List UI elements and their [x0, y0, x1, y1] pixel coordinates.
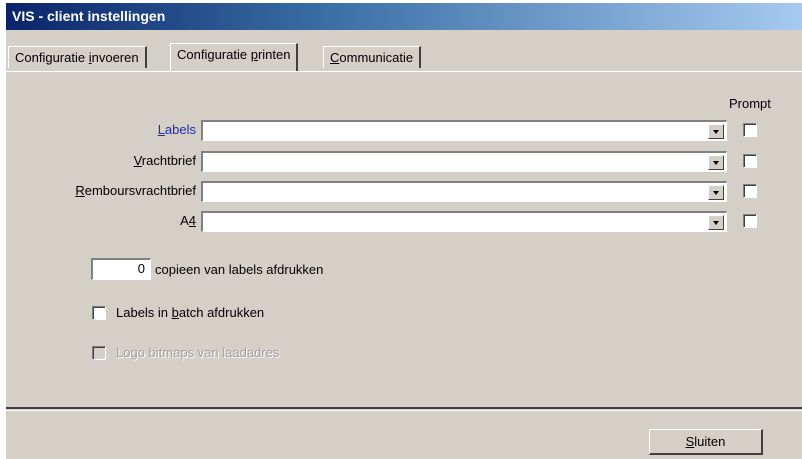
- a4-printer-select[interactable]: [201, 211, 727, 232]
- copies-label: copieen van labels afdrukken: [155, 262, 324, 277]
- vrachtbrief-prompt-checkbox[interactable]: [743, 154, 757, 168]
- title-bar: VIS - client instellingen: [6, 3, 802, 30]
- logo-bitmaps-label: Logo bitmaps van laadadres: [116, 345, 279, 360]
- labels-printer-label: Labels: [158, 122, 196, 137]
- tab-mnemonic: C: [330, 50, 340, 65]
- label-mnemonic: R: [75, 183, 85, 198]
- dropdown-arrow-icon[interactable]: [708, 124, 724, 139]
- labels-prompt-checkbox[interactable]: [743, 123, 757, 137]
- dropdown-arrow-icon[interactable]: [708, 155, 724, 170]
- a4-prompt-checkbox[interactable]: [743, 214, 757, 228]
- remboursvrachtbrief-printer-select[interactable]: [201, 181, 727, 202]
- tab-label: ommunicatie: [339, 50, 414, 65]
- label-text: A: [180, 213, 189, 228]
- tab-label: nvoeren: [91, 50, 139, 65]
- tab-panel-printen: Prompt Labels Vrachtbrief Remboursvracht…: [6, 71, 802, 407]
- tab-configuratie-printen[interactable]: Configuratie printen: [170, 43, 299, 71]
- label-text: atch afdrukken: [178, 305, 265, 320]
- label-text: emboursvrachtbrief: [84, 183, 196, 198]
- label-mnemonic: g: [130, 345, 138, 360]
- label-text: Labels in: [116, 305, 172, 320]
- settings-window: VIS - client instellingen Configuratie i…: [6, 3, 802, 459]
- vrachtbrief-printer-label: Vrachtbrief: [134, 153, 196, 168]
- logo-bitmaps-checkbox: [92, 346, 106, 360]
- label-mnemonic: 4: [188, 213, 196, 228]
- tab-label: Configuratie: [15, 50, 89, 65]
- label-text: abels: [164, 122, 196, 137]
- tab-mnemonic: p: [250, 47, 258, 62]
- label-text: Lo: [116, 345, 131, 360]
- label-mnemonic: L: [157, 122, 165, 137]
- remboursvrachtbrief-printer-label: Remboursvrachtbrief: [75, 183, 196, 198]
- tab-strip: Configuratie invoeren Configuratie print…: [6, 39, 802, 72]
- label-mnemonic: V: [133, 153, 142, 168]
- batch-checkbox[interactable]: [92, 306, 106, 320]
- button-text: luiten: [694, 434, 726, 449]
- label-mnemonic: b: [171, 305, 179, 320]
- tab-configuratie-invoeren[interactable]: Configuratie invoeren: [8, 46, 147, 68]
- tab-communicatie[interactable]: Communicatie: [323, 46, 422, 68]
- label-text: rachtbrief: [141, 153, 196, 168]
- batch-label[interactable]: Labels in batch afdrukken: [116, 305, 264, 320]
- button-mnemonic: S: [685, 434, 695, 449]
- close-button[interactable]: Sluiten: [649, 429, 763, 455]
- footer-divider: [6, 407, 802, 411]
- dropdown-arrow-icon[interactable]: [708, 215, 724, 230]
- a4-printer-label: A4: [180, 213, 196, 228]
- prompt-header: Prompt: [729, 96, 771, 111]
- remboursvrachtbrief-prompt-checkbox[interactable]: [743, 184, 757, 198]
- vrachtbrief-printer-select[interactable]: [201, 151, 727, 172]
- tab-label: rinten: [257, 47, 291, 62]
- label-text: o bitmaps van laadadres: [137, 345, 280, 360]
- footer-bar: Sluiten: [6, 415, 802, 459]
- dropdown-arrow-icon[interactable]: [708, 185, 724, 200]
- copies-input[interactable]: 0: [91, 258, 151, 280]
- tab-label: Configuratie: [177, 47, 251, 62]
- window-title: VIS - client instellingen: [12, 8, 166, 24]
- labels-printer-select[interactable]: [201, 120, 727, 141]
